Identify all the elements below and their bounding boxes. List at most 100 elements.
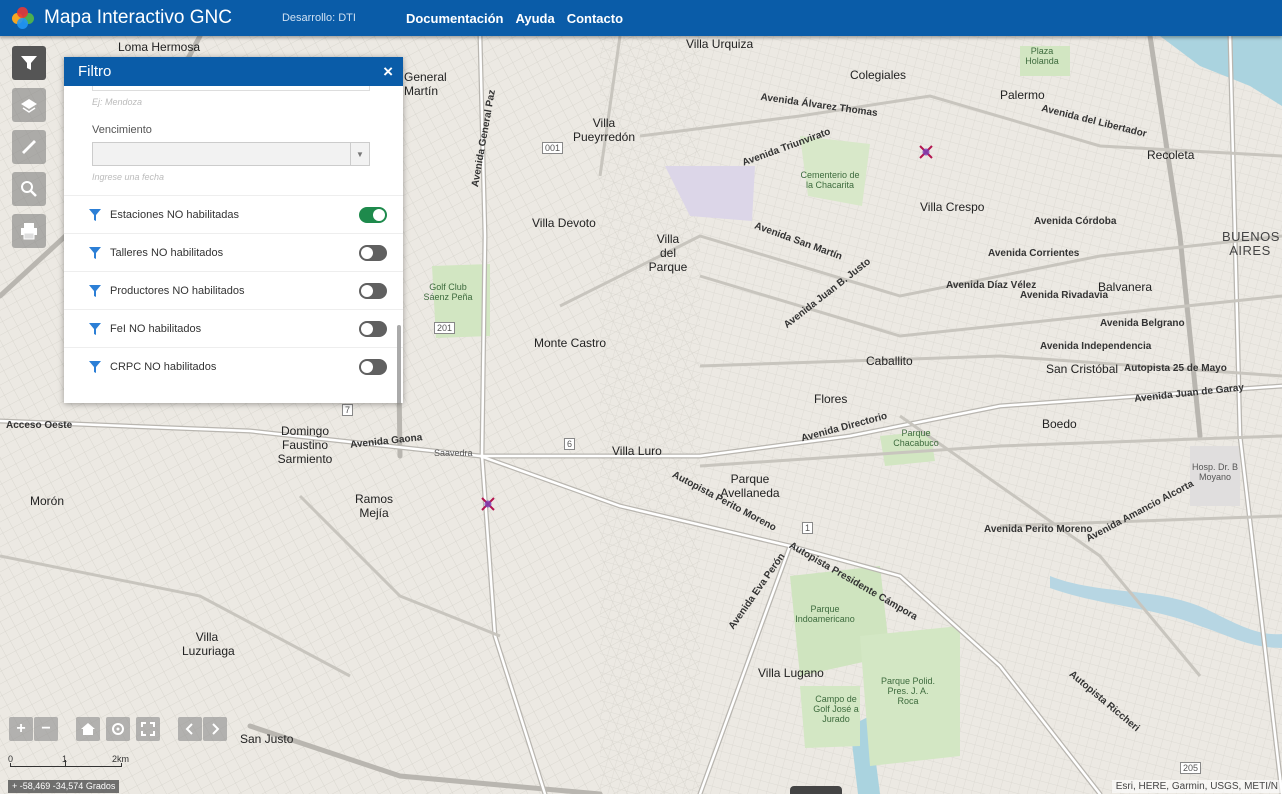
fullscreen-icon xyxy=(141,722,155,736)
coordinates-text: -58,469 -34,574 Grados xyxy=(19,781,116,791)
label-park-chacarita: Cementerio de la Chacarita xyxy=(800,170,860,190)
label-buenos-aires: BUENOS AIRES xyxy=(1222,229,1280,258)
filter-panel: Filtro × Ej: Mendoza Vencimiento ▼ Ingre… xyxy=(64,57,403,403)
label-villa-urquiza: Villa Urquiza xyxy=(686,37,754,51)
toggle-row-talleres: Talleres NO habilitados xyxy=(64,233,403,271)
app-header: Mapa Interactivo GNC Desarrollo: DTI Doc… xyxy=(0,0,1282,36)
print-tool-button[interactable] xyxy=(12,214,46,248)
arrow-left-icon xyxy=(185,723,193,735)
label-park-chacabuco: Parque Chacabuco xyxy=(893,428,939,448)
label-road-acceso-oeste: Acceso Oeste xyxy=(6,420,73,431)
nav-ayuda[interactable]: Ayuda xyxy=(515,11,554,26)
filter-icon xyxy=(89,322,101,335)
label-domingo-faustino-sarmiento: Domingo Faustino Sarmiento xyxy=(277,424,333,466)
label-park-plaza-holanda: Plaza Holanda xyxy=(1025,46,1059,66)
toggle-label: CRPC NO habilitados xyxy=(110,360,217,373)
layers-icon xyxy=(21,99,37,113)
search-icon xyxy=(21,181,37,197)
toggle-label: FeI NO habilitados xyxy=(110,322,202,335)
filter-panel-title: Filtro xyxy=(78,63,112,80)
filter-panel-header: Filtro × xyxy=(64,57,403,86)
label-villa-crespo: Villa Crespo xyxy=(920,200,985,214)
map-bottom-controls: + − xyxy=(9,717,227,741)
scale-bar: 0 1 2km xyxy=(8,754,134,777)
route-shield-001: 001 xyxy=(542,142,564,154)
label-villa-luzuriaga: Villa Luzuriaga xyxy=(182,630,235,658)
label-road-independencia: Avenida Independencia xyxy=(1040,341,1152,352)
expiry-select[interactable]: ▼ xyxy=(92,142,370,166)
toggle-switch-fei[interactable] xyxy=(359,320,387,337)
layers-tool-button[interactable] xyxy=(12,88,46,122)
toggle-row-productores: Productores NO habilitados xyxy=(64,271,403,309)
toggle-row-estaciones: Estaciones NO habilitadas xyxy=(64,195,403,233)
close-icon[interactable]: × xyxy=(383,62,393,82)
route-shield-6: 6 xyxy=(564,438,576,450)
scale-one: 1 xyxy=(62,754,68,764)
zoom-out-button[interactable]: − xyxy=(34,717,58,741)
label-villa-devoto: Villa Devoto xyxy=(532,216,596,230)
toggle-label: Estaciones NO habilitadas xyxy=(110,208,240,221)
filter-icon xyxy=(21,56,37,70)
label-park-golf-saenz-pena: Golf Club Sáenz Peña xyxy=(423,282,473,302)
toggle-switch-crpc[interactable] xyxy=(359,358,387,375)
toggle-switch-productores[interactable] xyxy=(359,282,387,299)
label-general-martin: General Martín xyxy=(404,70,447,98)
label-park-roca: Parque Polid. Pres. J. A. Roca xyxy=(880,676,936,706)
location-input[interactable] xyxy=(92,86,370,91)
label-palermo: Palermo xyxy=(1000,88,1045,102)
route-shield-7: 7 xyxy=(342,404,354,416)
label-road-corrientes: Avenida Corrientes xyxy=(988,248,1080,259)
measure-tool-button[interactable] xyxy=(12,130,46,164)
search-tool-button[interactable] xyxy=(12,172,46,206)
label-parque-avellaneda: Parque Avellaneda xyxy=(720,472,780,500)
label-ramos-mejia: Ramos Mejía xyxy=(354,492,393,520)
label-park-indoamericano: Parque Indoamericano xyxy=(795,604,855,624)
chevron-down-icon: ▼ xyxy=(350,143,369,165)
scale-zero: 0 xyxy=(8,754,14,764)
route-shield-205: 205 xyxy=(1180,762,1202,774)
filter-icon xyxy=(89,360,101,373)
zoom-in-button[interactable]: + xyxy=(9,717,33,741)
filter-icon xyxy=(89,284,101,297)
label-caballito: Caballito xyxy=(866,354,913,368)
home-button[interactable] xyxy=(76,717,100,741)
toggle-label: Productores NO habilitados xyxy=(110,284,245,297)
label-park-campo-golf: Campo de Golf José a Jurado xyxy=(813,694,859,724)
next-extent-button[interactable] xyxy=(203,717,227,741)
toggle-switch-estaciones[interactable] xyxy=(359,206,387,223)
filter-panel-body: Ej: Mendoza Vencimiento ▼ Ingrese una fe… xyxy=(64,86,403,403)
top-nav: Documentación Ayuda Contacto xyxy=(394,11,623,26)
label-san-justo: San Justo xyxy=(240,732,294,746)
label-saavedra: Saavedra xyxy=(434,448,473,458)
app-title: Mapa Interactivo GNC xyxy=(44,7,232,28)
nav-contacto[interactable]: Contacto xyxy=(567,11,623,26)
crosshair-icon: + xyxy=(12,781,20,791)
toggle-row-crpc: CRPC NO habilitados xyxy=(64,347,403,385)
label-moron: Morón xyxy=(30,494,65,508)
label-road-av-perito-moreno: Avenida Perito Moreno xyxy=(984,524,1093,535)
bottom-drawer-handle[interactable] xyxy=(790,786,842,794)
locate-button[interactable] xyxy=(106,717,130,741)
filter-tool-button[interactable] xyxy=(12,46,46,80)
label-villa-pueyrredon: Villa Pueyrredón xyxy=(572,116,636,144)
label-san-cristobal: San Cristóbal xyxy=(1046,362,1119,376)
panel-scrollbar[interactable] xyxy=(397,325,401,403)
route-shield-1: 1 xyxy=(802,522,814,534)
locate-icon xyxy=(112,723,124,735)
nav-documentacion[interactable]: Documentación xyxy=(406,11,504,26)
app-logo-icon xyxy=(12,7,34,29)
expiry-hint: Ingrese una fecha xyxy=(92,172,165,182)
arrow-right-icon xyxy=(212,723,220,735)
map-attribution: Esri, HERE, Garmin, USGS, METI/N xyxy=(1111,780,1282,793)
toggle-switch-talleres[interactable] xyxy=(359,244,387,261)
environment-label: Desarrollo: DTI xyxy=(281,12,356,24)
label-flores: Flores xyxy=(814,392,848,406)
label-hosp-moyano: Hosp. Dr. B Moyano xyxy=(1192,462,1239,482)
filter-icon xyxy=(89,208,101,221)
label-villa-luro: Villa Luro xyxy=(612,444,662,458)
label-road-cordoba: Avenida Córdoba xyxy=(1034,216,1117,227)
print-icon xyxy=(21,223,37,240)
label-road-diaz-velez: Avenida Díaz Vélez xyxy=(946,280,1037,291)
fullscreen-button[interactable] xyxy=(136,717,160,741)
previous-extent-button[interactable] xyxy=(178,717,202,741)
